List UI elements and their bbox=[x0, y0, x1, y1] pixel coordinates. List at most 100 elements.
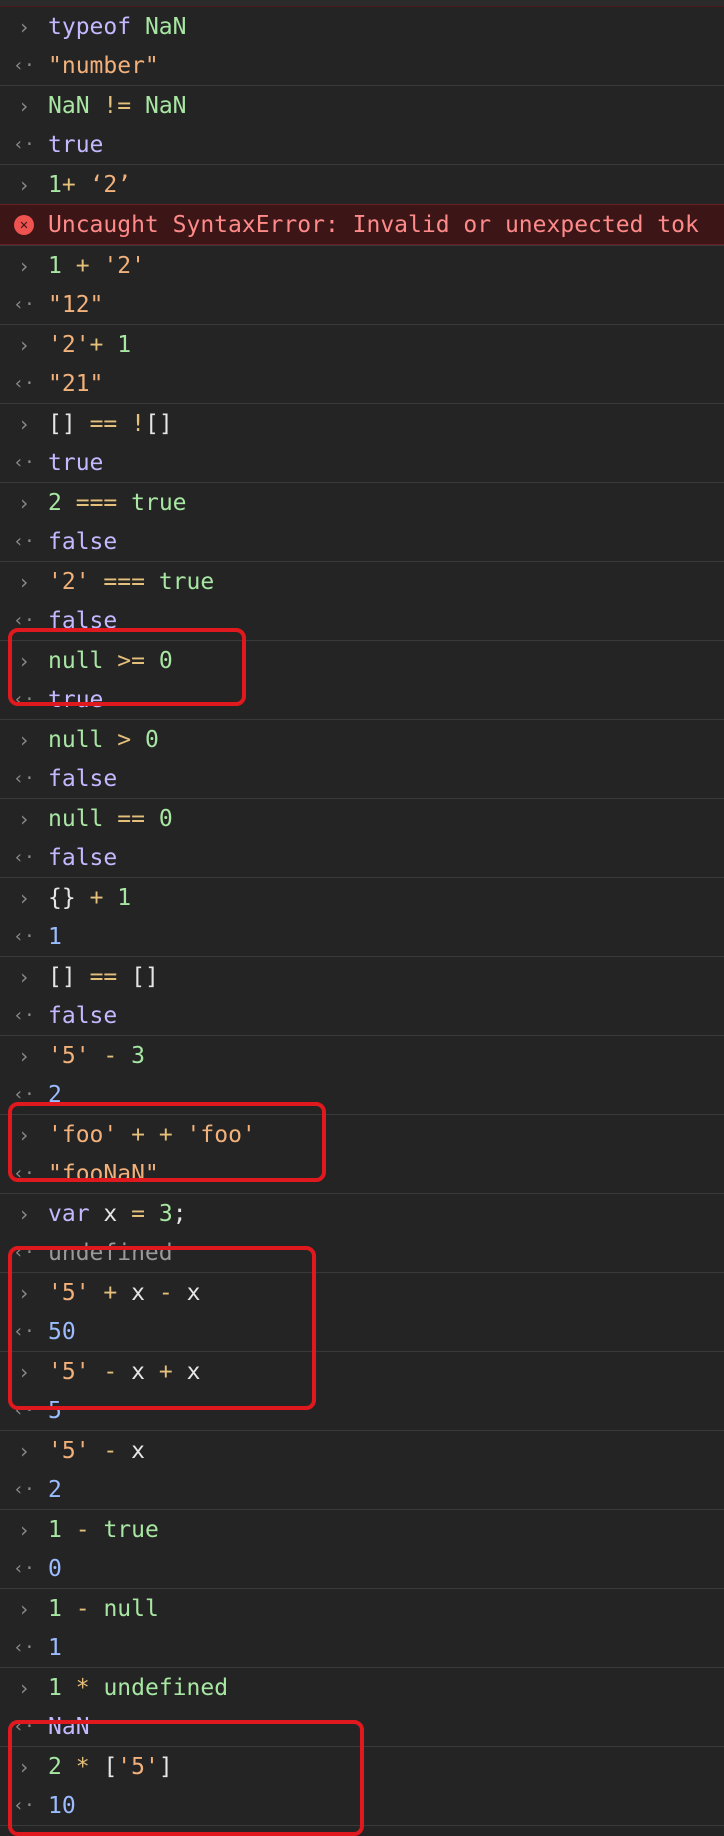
return-arrow-icon: ‹· bbox=[13, 768, 35, 789]
return-arrow-icon: ‹· bbox=[13, 1479, 35, 1500]
return-arrow-icon: ‹· bbox=[13, 1163, 35, 1184]
return-arrow-icon: ‹· bbox=[13, 1558, 35, 1579]
console-output-line: ‹· false bbox=[0, 522, 724, 561]
console-input-line[interactable]: › var x = 3; bbox=[0, 1194, 724, 1233]
console-input-line[interactable]: › '2' === true bbox=[0, 562, 724, 601]
console-input-line[interactable]: › [] == ![] bbox=[0, 404, 724, 443]
console-input-line[interactable]: › {} + 1 bbox=[0, 878, 724, 917]
console-output-line: ‹· 0 bbox=[0, 1549, 724, 1588]
console-input-line[interactable]: › [] == [] bbox=[0, 957, 724, 996]
console-top-edge bbox=[0, 0, 724, 7]
console-input-line[interactable]: › null == 0 bbox=[0, 799, 724, 838]
console-input-line[interactable]: ›2 * '5' bbox=[0, 1826, 724, 1836]
console-output-line: ‹· 10 bbox=[0, 1786, 724, 1825]
input-code: NaN != NaN bbox=[48, 92, 187, 119]
console-input-line[interactable]: › 1 - null bbox=[0, 1589, 724, 1628]
console-entry: › 1 * undefined ‹· NaN bbox=[0, 1668, 724, 1747]
console-input-line[interactable]: › '5' - 3 bbox=[0, 1036, 724, 1075]
console-entry: › '2' === true ‹· false bbox=[0, 562, 724, 641]
console-input-line[interactable]: › 1+ ‘2’ bbox=[0, 165, 724, 204]
console-entries: › typeof NaN ‹· "number" › NaN != NaN ‹· true › 1… bbox=[0, 7, 724, 1836]
console-output-line: ‹· "12" bbox=[0, 285, 724, 324]
return-arrow-icon: ‹· bbox=[13, 1005, 35, 1026]
output-value: false bbox=[48, 607, 118, 634]
chevron-right-icon: › bbox=[17, 1438, 31, 1463]
console-entry: › '2'+ 1 ‹· "21" bbox=[0, 325, 724, 404]
console-input-line[interactable]: › 'foo' + + 'foo' bbox=[0, 1115, 724, 1154]
input-code: null >= 0 bbox=[48, 647, 173, 674]
output-value: 50 bbox=[48, 1318, 76, 1345]
console-entry: › 1 - true ‹· 0 bbox=[0, 1510, 724, 1589]
console-input-line[interactable]: › null >= 0 bbox=[0, 641, 724, 680]
console-input-line[interactable]: › '5' - x + x bbox=[0, 1352, 724, 1391]
chevron-right-icon: › bbox=[17, 569, 31, 594]
console-input-line[interactable]: › '2'+ 1 bbox=[0, 325, 724, 364]
console-input-line[interactable]: › '5' + x - x bbox=[0, 1273, 724, 1312]
chevron-right-icon: › bbox=[17, 806, 31, 831]
output-value: NaN bbox=[48, 1713, 90, 1740]
console-entry: › var x = 3; ‹· undefined bbox=[0, 1194, 724, 1273]
output-value: true bbox=[48, 686, 104, 713]
output-value: 2 bbox=[48, 1476, 62, 1503]
output-value: true bbox=[48, 131, 104, 158]
console-input-line[interactable]: › 1 - true bbox=[0, 1510, 724, 1549]
chevron-right-icon: › bbox=[17, 1596, 31, 1621]
chevron-right-icon: › bbox=[17, 1359, 31, 1384]
input-code: 1 - true bbox=[48, 1516, 159, 1543]
console-input-line[interactable]: › null > 0 bbox=[0, 720, 724, 759]
output-value: "number" bbox=[48, 52, 159, 79]
console-output-line: ‹· 2 bbox=[0, 1075, 724, 1114]
console-entry: › 1 + '2' ‹· "12" bbox=[0, 246, 724, 325]
return-arrow-icon: ‹· bbox=[13, 134, 35, 155]
return-arrow-icon: ‹· bbox=[13, 1400, 35, 1421]
console-input-line[interactable]: › 2 * ['5'] bbox=[0, 1747, 724, 1786]
console-entry: › null >= 0 ‹· true bbox=[0, 641, 724, 720]
input-code: 1 + '2' bbox=[48, 252, 145, 279]
chevron-right-icon: › bbox=[17, 490, 31, 515]
output-value: false bbox=[48, 528, 118, 555]
console-entry: › 2 === true ‹· false bbox=[0, 483, 724, 562]
console-output-line: ‹· "fooNaN" bbox=[0, 1154, 724, 1193]
output-value: 0 bbox=[48, 1555, 62, 1582]
console-input-line[interactable]: › 1 * undefined bbox=[0, 1668, 724, 1707]
console-input-line[interactable]: › 1 + '2' bbox=[0, 246, 724, 285]
console-output-line: ‹· 5 bbox=[0, 1391, 724, 1430]
input-code: '2'+ 1 bbox=[48, 331, 132, 358]
chevron-right-icon: › bbox=[17, 14, 31, 39]
chevron-right-icon: › bbox=[17, 885, 31, 910]
chevron-right-icon: › bbox=[17, 253, 31, 278]
return-arrow-icon: ‹· bbox=[13, 926, 35, 947]
return-arrow-icon: ‹· bbox=[13, 531, 35, 552]
input-code: 2 * ['5'] bbox=[48, 1753, 173, 1780]
input-code: 2 * '5' bbox=[48, 1833, 145, 1836]
devtools-console: › typeof NaN ‹· "number" › NaN != NaN ‹· true › 1… bbox=[0, 0, 724, 1836]
return-arrow-icon: ‹· bbox=[13, 1084, 35, 1105]
return-arrow-icon: ‹· bbox=[13, 1321, 35, 1342]
console-entry: › '5' - 3 ‹· 2 bbox=[0, 1036, 724, 1115]
chevron-right-icon: › bbox=[17, 648, 31, 673]
console-entry: › '5' - x ‹· 2 bbox=[0, 1431, 724, 1510]
console-output-line: ‹· 50 bbox=[0, 1312, 724, 1351]
console-input-line[interactable]: › NaN != NaN bbox=[0, 86, 724, 125]
input-code: [] == ![] bbox=[48, 410, 173, 437]
output-value: 2 bbox=[48, 1081, 62, 1108]
console-output-line: ‹· "number" bbox=[0, 46, 724, 85]
input-code: '5' - x bbox=[48, 1437, 145, 1464]
console-entry: › NaN != NaN ‹· true bbox=[0, 86, 724, 165]
return-arrow-icon: ‹· bbox=[13, 294, 35, 315]
output-value: false bbox=[48, 765, 118, 792]
console-entry: › null > 0 ‹· false bbox=[0, 720, 724, 799]
console-output-line: ‹· false bbox=[0, 759, 724, 798]
console-input-line[interactable]: › '5' - x bbox=[0, 1431, 724, 1470]
console-entry: › 2 * ['5'] ‹· 10 bbox=[0, 1747, 724, 1826]
input-code: var x = 3; bbox=[48, 1200, 187, 1227]
chevron-right-icon: › bbox=[17, 172, 31, 197]
input-code: {} + 1 bbox=[48, 884, 132, 911]
error-message: Uncaught SyntaxError: Invalid or unexpec… bbox=[48, 211, 699, 238]
return-arrow-icon: ‹· bbox=[13, 847, 35, 868]
return-arrow-icon: ‹· bbox=[13, 452, 35, 473]
input-code: 1+ ‘2’ bbox=[48, 171, 132, 198]
console-input-line[interactable]: › typeof NaN bbox=[0, 7, 724, 46]
console-input-line[interactable]: › 2 === true bbox=[0, 483, 724, 522]
input-code: '5' - 3 bbox=[48, 1042, 145, 1069]
